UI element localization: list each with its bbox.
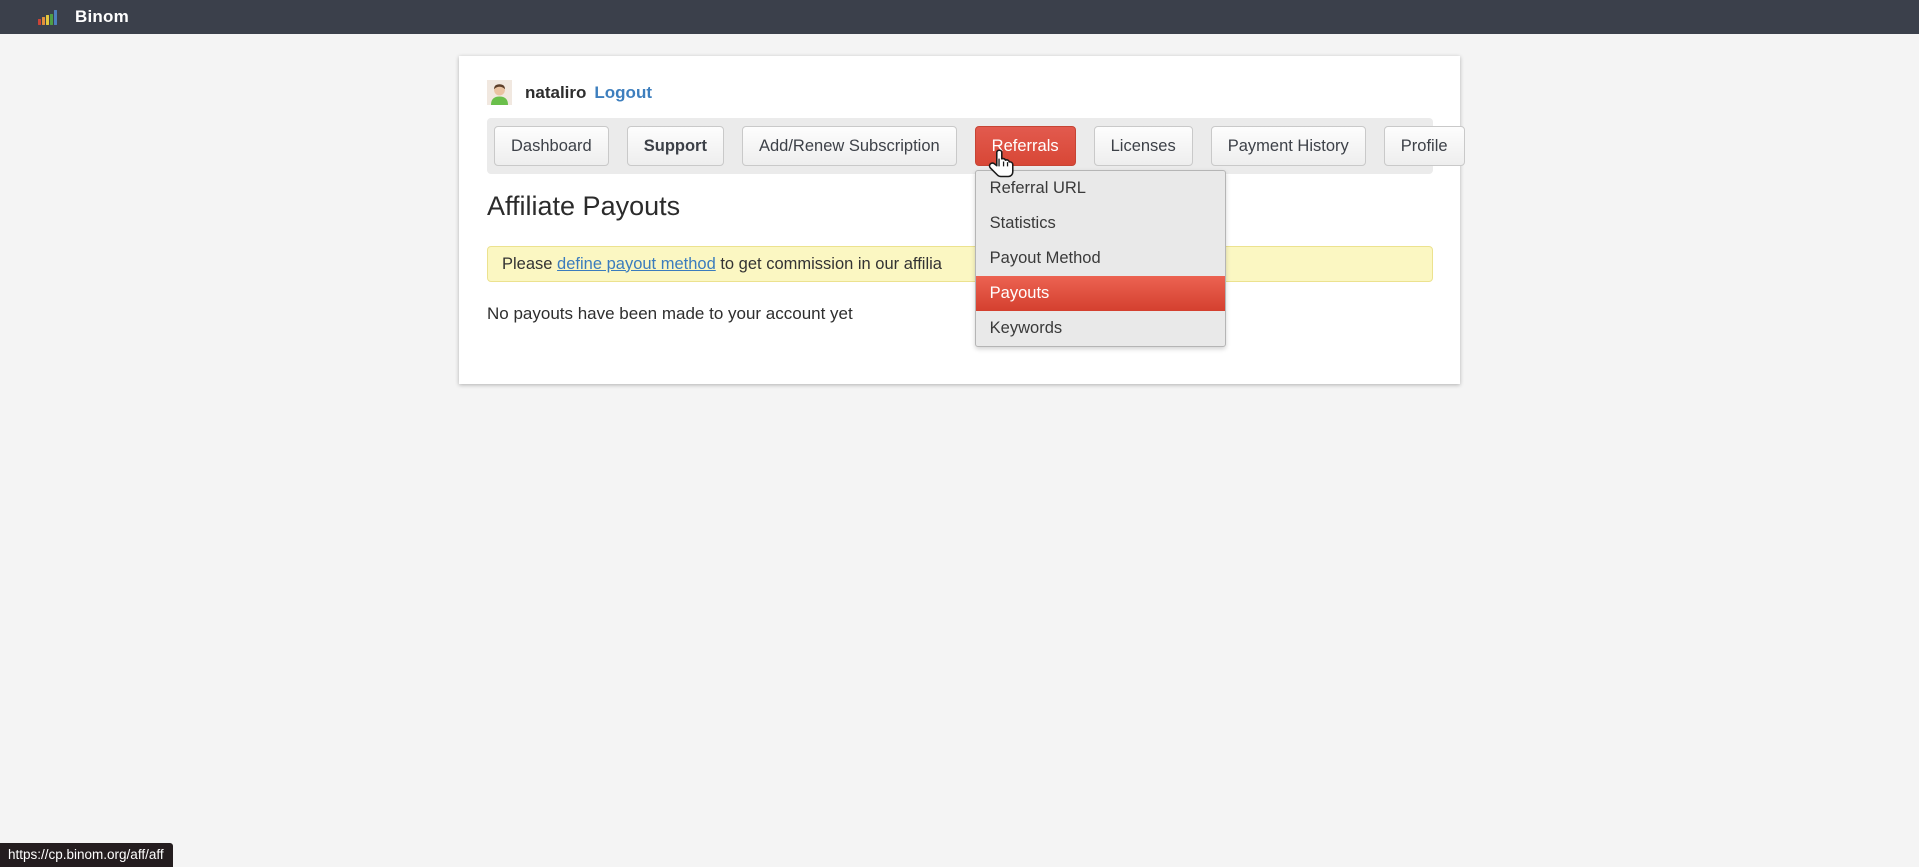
brand-title: Binom bbox=[75, 7, 129, 27]
payout-notice: Please define payout method to get commi… bbox=[487, 246, 1433, 282]
logout-link[interactable]: Logout bbox=[594, 83, 652, 103]
status-url-tooltip: https://cp.binom.org/aff/aff bbox=[0, 843, 173, 867]
username: nataliro bbox=[525, 83, 586, 103]
notice-text-suffix: to get commission in our affilia bbox=[716, 255, 942, 274]
menu-item-keywords[interactable]: Keywords bbox=[976, 311, 1225, 346]
menu-item-payouts[interactable]: Payouts bbox=[976, 276, 1225, 311]
bar-chart-logo-icon bbox=[38, 10, 58, 25]
define-payout-method-link[interactable]: define payout method bbox=[557, 255, 716, 274]
referrals-dropdown-menu: Referral URL Statistics Payout Method Pa… bbox=[975, 170, 1226, 347]
topbar: Binom bbox=[0, 0, 1919, 34]
tab-dashboard[interactable]: Dashboard bbox=[494, 126, 609, 166]
tab-support[interactable]: Support bbox=[627, 126, 724, 166]
navbar: Dashboard Support Add/Renew Subscription… bbox=[487, 118, 1433, 174]
tab-add-renew-subscription[interactable]: Add/Renew Subscription bbox=[742, 126, 957, 166]
user-row: nataliro Logout bbox=[487, 80, 1433, 105]
tab-payment-history[interactable]: Payment History bbox=[1211, 126, 1366, 166]
menu-item-statistics[interactable]: Statistics bbox=[976, 206, 1225, 241]
empty-payouts-message: No payouts have been made to your accoun… bbox=[487, 304, 1433, 324]
main-card: nataliro Logout Dashboard Support Add/Re… bbox=[459, 56, 1460, 384]
page-title: Affiliate Payouts bbox=[487, 191, 1433, 222]
person-avatar-icon bbox=[487, 80, 512, 105]
menu-item-referral-url[interactable]: Referral URL bbox=[976, 171, 1225, 206]
tab-referrals[interactable]: Referrals bbox=[975, 126, 1076, 166]
notice-text-prefix: Please bbox=[502, 255, 557, 274]
tab-profile[interactable]: Profile bbox=[1384, 126, 1465, 166]
menu-item-payout-method[interactable]: Payout Method bbox=[976, 241, 1225, 276]
tab-licenses[interactable]: Licenses bbox=[1094, 126, 1193, 166]
